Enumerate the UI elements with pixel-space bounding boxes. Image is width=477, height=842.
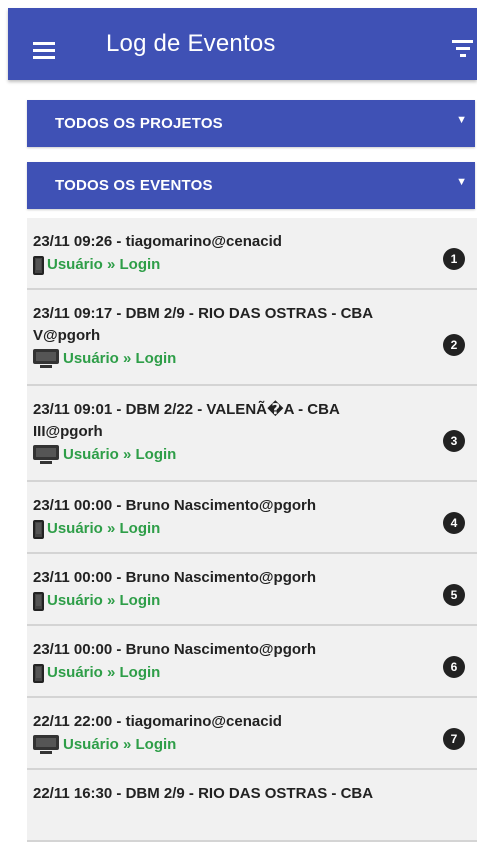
index-badge: 1: [443, 248, 465, 270]
app-bar: Log de Eventos: [8, 8, 477, 80]
event-title: 23/11 00:00 - Bruno Nascimento@pgorh: [33, 497, 317, 514]
desktop-icon: [33, 445, 59, 465]
event-action: Usuário » Login: [63, 736, 177, 753]
smartphone-icon: [33, 255, 44, 275]
event-list: 23/11 09:26 - tiagomarino@cenacid Usuário…: [27, 218, 477, 842]
event-detail: Usuário » Login: [33, 254, 469, 276]
list-item[interactable]: 23/11 00:00 - Bruno Nascimento@pgorh Usuá…: [27, 482, 477, 554]
index-badge: 5: [443, 584, 465, 606]
filter-icon[interactable]: [452, 40, 477, 60]
index-badge: 4: [443, 512, 465, 534]
event-action: Usuário » Login: [47, 664, 161, 681]
event-detail: Usuário » Login: [33, 348, 469, 370]
list-item[interactable]: 23/11 09:17 - DBM 2/9 - RIO DAS OSTRAS -…: [27, 290, 477, 386]
list-item[interactable]: 22/11 16:30 - DBM 2/9 - RIO DAS OSTRAS -…: [27, 770, 477, 842]
smartphone-icon: [33, 519, 44, 539]
event-title: 23/11 09:17 - DBM 2/9 - RIO DAS OSTRAS -…: [33, 305, 374, 322]
smartphone-icon: [33, 663, 44, 683]
desktop-icon: [33, 735, 59, 755]
list-item[interactable]: 22/11 22:00 - tiagomarino@cenacid Usuário…: [27, 698, 477, 770]
event-action: Usuário » Login: [63, 446, 177, 463]
event-title: 23/11 00:00 - Bruno Nascimento@pgorh: [33, 641, 317, 658]
list-item[interactable]: 23/11 00:00 - Bruno Nascimento@pgorh Usuá…: [27, 626, 477, 698]
event-title: 23/11 09:26 - tiagomarino@cenacid: [33, 233, 282, 250]
event-action: Usuário » Login: [47, 520, 161, 537]
list-item[interactable]: 23/11 00:00 - Bruno Nascimento@pgorh Usuá…: [27, 554, 477, 626]
event-title: 22/11 22:00 - tiagomarino@cenacid: [33, 713, 282, 730]
event-title-continued: III@pgorh: [33, 423, 103, 440]
events-select[interactable]: TODOS OS EVENTOS ▼: [27, 162, 475, 209]
event-title-continued: V@pgorh: [33, 327, 101, 344]
index-badge: 2: [443, 334, 465, 356]
event-detail: Usuário » Login: [33, 662, 469, 684]
event-action: Usuário » Login: [63, 350, 177, 367]
event-action: Usuário » Login: [47, 256, 161, 273]
chevron-down-icon: ▼: [456, 176, 467, 188]
event-title: 22/11 16:30 - DBM 2/9 - RIO DAS OSTRAS -…: [33, 785, 374, 802]
event-title: 23/11 00:00 - Bruno Nascimento@pgorh: [33, 569, 317, 586]
event-action: Usuário » Login: [47, 592, 161, 609]
index-badge: 6: [443, 656, 465, 678]
list-item[interactable]: 23/11 09:26 - tiagomarino@cenacid Usuário…: [27, 218, 477, 290]
index-badge: 3: [443, 430, 465, 452]
page-title: Log de Eventos: [106, 30, 276, 57]
event-title: 23/11 09:01 - DBM 2/22 - VALENÃ�A - CBA: [33, 401, 340, 418]
index-badge: 7: [443, 728, 465, 750]
projects-select-label: TODOS OS PROJETOS: [55, 115, 223, 132]
events-select-label: TODOS OS EVENTOS: [55, 177, 213, 194]
event-detail: Usuário » Login: [33, 734, 469, 756]
projects-select[interactable]: TODOS OS PROJETOS ▼: [27, 100, 475, 147]
chevron-down-icon: ▼: [456, 114, 467, 126]
event-detail: Usuário » Login: [33, 518, 469, 540]
desktop-icon: [33, 349, 59, 369]
event-detail: Usuário » Login: [33, 590, 469, 612]
list-item[interactable]: 23/11 09:01 - DBM 2/22 - VALENÃ�A - CBA I…: [27, 386, 477, 482]
smartphone-icon: [33, 591, 44, 611]
menu-icon[interactable]: [33, 42, 55, 59]
event-detail: Usuário » Login: [33, 444, 469, 466]
